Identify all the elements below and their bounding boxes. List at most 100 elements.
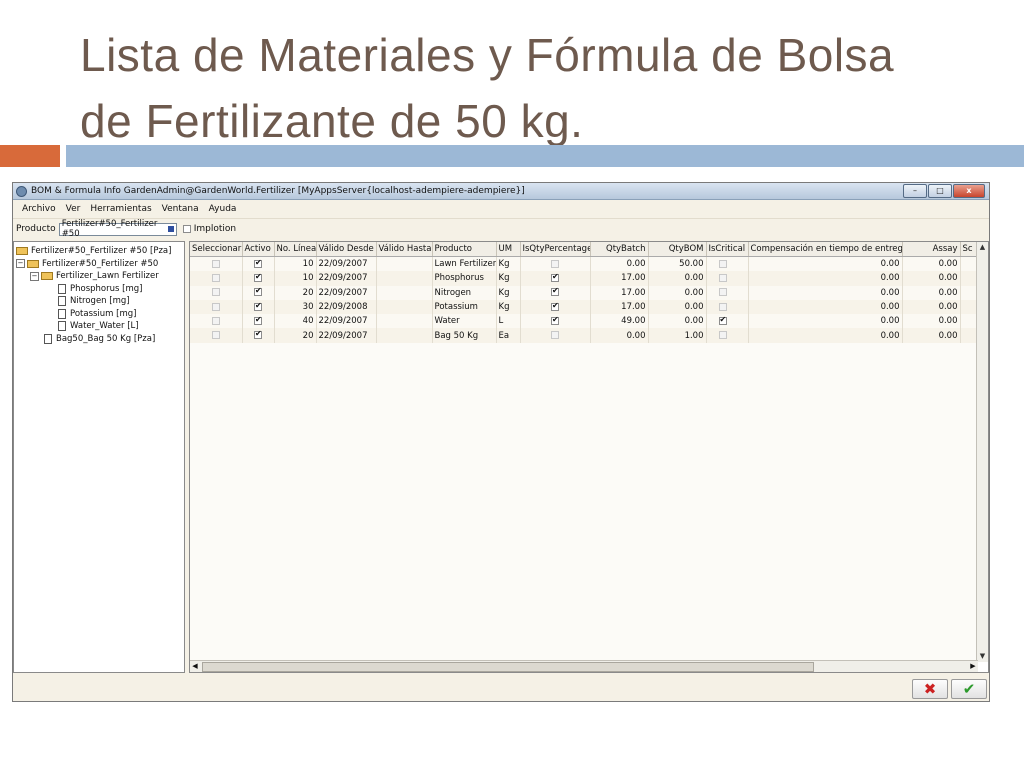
cancel-button[interactable]: ✖: [912, 679, 948, 699]
iscritical-checkbox[interactable]: [718, 302, 727, 311]
slide-title-line1: Lista de Materiales y Fórmula de Bolsa: [80, 29, 895, 81]
menu-ver[interactable]: Ver: [61, 204, 86, 214]
activo-checkbox[interactable]: [254, 272, 262, 282]
menu-archivo[interactable]: Archivo: [17, 204, 61, 214]
scroll-left-arrow-icon[interactable]: ◀: [190, 661, 200, 672]
collapse-toggle-icon[interactable]: −: [30, 271, 39, 281]
menu-ayuda[interactable]: Ayuda: [204, 204, 242, 214]
col-isqtypercentage[interactable]: IsQtyPercentage: [520, 242, 591, 257]
tree-node-lawn-fertilizer[interactable]: − Fertilizer_Lawn Fertilizer: [14, 270, 184, 283]
activo-cell: [242, 285, 275, 300]
col-um[interactable]: UM: [496, 242, 521, 257]
iscritical-checkbox[interactable]: [718, 331, 727, 340]
product-lookup-icon[interactable]: [168, 226, 174, 232]
isqtypercentage-cell: [520, 299, 591, 315]
document-icon: [44, 333, 52, 344]
table-row[interactable]: 1022/09/2007PhosphorusKg17.000.000.000.0…: [190, 271, 978, 286]
isqtypercentage-checkbox[interactable]: [551, 259, 559, 268]
empty-row: [190, 485, 977, 501]
seleccionar-cell: [190, 256, 243, 272]
valido-desde-cell: 22/09/2007: [316, 314, 377, 329]
seleccionar-checkbox[interactable]: [211, 259, 220, 268]
iscritical-checkbox[interactable]: [718, 315, 727, 325]
menu-herramientas[interactable]: Herramientas: [85, 204, 156, 214]
isqtypercentage-checkbox[interactable]: [551, 286, 559, 297]
qtybatch-cell: 49.00: [590, 314, 649, 329]
app-icon: [16, 185, 27, 197]
producto-cell: Lawn Fertilizer: [432, 256, 497, 272]
tree-node-water[interactable]: Water_Water [L]: [14, 320, 184, 333]
window-titlebar[interactable]: BOM & Formula Info GardenAdmin@GardenWor…: [13, 183, 989, 200]
seleccionar-checkbox[interactable]: [211, 316, 220, 325]
col-iscritical[interactable]: IsCritical: [706, 242, 749, 257]
col-activo[interactable]: Activo: [242, 242, 275, 257]
tree-node-fertilizer[interactable]: − Fertilizer#50_Fertilizer #50: [14, 258, 184, 271]
empty-row: [190, 442, 977, 458]
col-assay[interactable]: Assay: [902, 242, 961, 257]
document-icon: [58, 296, 66, 307]
table-row[interactable]: 2022/09/2007Bag 50 KgEa0.001.000.000.00: [190, 328, 978, 343]
tree-node-phosphorus[interactable]: Phosphorus [mg]: [14, 283, 184, 296]
activo-checkbox[interactable]: [254, 315, 262, 325]
valido-hasta-cell: [376, 285, 433, 300]
col-sc[interactable]: Sc: [960, 242, 978, 257]
seleccionar-checkbox[interactable]: [211, 331, 220, 340]
tree-node-bag[interactable]: Bag50_Bag 50 Kg [Pza]: [14, 333, 184, 346]
col-linea[interactable]: No. Línea: [274, 242, 317, 257]
isqtypercentage-checkbox[interactable]: [551, 315, 559, 325]
minimize-button[interactable]: –: [903, 184, 927, 198]
iscritical-checkbox[interactable]: [718, 288, 727, 297]
empty-row: [190, 428, 977, 443]
parameter-row: Producto Fertilizer#50_Fertilizer #50 Im…: [13, 219, 989, 239]
table-row[interactable]: 1022/09/2007Lawn FertilizerKg0.0050.000.…: [190, 256, 978, 272]
scroll-down-arrow-icon[interactable]: ▼: [977, 651, 988, 662]
col-qtybom[interactable]: QtyBOM: [648, 242, 707, 257]
close-button[interactable]: x: [953, 184, 985, 198]
product-field[interactable]: Fertilizer#50_Fertilizer #50: [58, 219, 177, 239]
scroll-up-arrow-icon[interactable]: ▲: [977, 242, 988, 253]
col-producto[interactable]: Producto: [432, 242, 497, 257]
bom-tree: Fertilizer#50_Fertilizer #50 [Pza] − Fer…: [13, 241, 185, 673]
activo-checkbox[interactable]: [254, 286, 262, 297]
ok-button[interactable]: ✔: [951, 679, 987, 699]
valido-desde-cell: 22/09/2007: [316, 328, 377, 343]
bom-window: BOM & Formula Info GardenAdmin@GardenWor…: [12, 182, 990, 702]
col-valido-hasta[interactable]: Válido Hasta: [376, 242, 433, 257]
collapse-toggle-icon[interactable]: −: [16, 259, 25, 269]
seleccionar-checkbox[interactable]: [211, 288, 220, 297]
implosion-checkbox[interactable]: [182, 225, 191, 233]
scroll-right-arrow-icon[interactable]: ▶: [968, 661, 978, 672]
table-row[interactable]: 4022/09/2007WaterL49.000.000.000.00: [190, 314, 978, 329]
iscritical-checkbox[interactable]: [718, 259, 727, 268]
seleccionar-checkbox[interactable]: [211, 302, 220, 311]
horizontal-scroll-thumb[interactable]: [202, 662, 814, 672]
tree-node-root[interactable]: Fertilizer#50_Fertilizer #50 [Pza]: [14, 245, 184, 258]
menu-ventana[interactable]: Ventana: [157, 204, 204, 214]
table-row[interactable]: 2022/09/2007NitrogenKg17.000.000.000.00: [190, 285, 978, 300]
vertical-scrollbar[interactable]: ▲ ▼: [976, 242, 988, 662]
activo-checkbox[interactable]: [254, 329, 262, 340]
tree-node-potassium[interactable]: Potassium [mg]: [14, 308, 184, 321]
product-value: Fertilizer#50_Fertilizer #50: [61, 219, 158, 239]
tree-node-nitrogen[interactable]: Nitrogen [mg]: [14, 295, 184, 308]
horizontal-scrollbar[interactable]: ◀ ▶: [190, 660, 978, 672]
um-cell: Kg: [496, 271, 521, 286]
assay-cell: 0.00: [902, 328, 961, 343]
empty-row: [190, 614, 977, 629]
isqtypercentage-checkbox[interactable]: [551, 272, 559, 282]
activo-checkbox[interactable]: [254, 301, 262, 311]
activo-checkbox[interactable]: [254, 258, 262, 268]
linea-cell: 20: [274, 328, 317, 343]
col-compensacion[interactable]: Compensación en tiempo de entrega: [748, 242, 903, 257]
seleccionar-checkbox[interactable]: [211, 273, 220, 282]
sc-cell: [960, 328, 978, 343]
valido-hasta-cell: [376, 271, 433, 286]
maximize-button[interactable]: □: [928, 184, 952, 198]
col-seleccionar[interactable]: Seleccionar: [190, 242, 243, 257]
table-row[interactable]: 3022/09/2008PotassiumKg17.000.000.000.00: [190, 299, 978, 315]
col-valido-desde[interactable]: Válido Desde: [316, 242, 377, 257]
iscritical-checkbox[interactable]: [718, 273, 727, 282]
isqtypercentage-checkbox[interactable]: [551, 301, 559, 311]
col-qtybatch[interactable]: QtyBatch: [590, 242, 649, 257]
isqtypercentage-checkbox[interactable]: [551, 331, 559, 340]
